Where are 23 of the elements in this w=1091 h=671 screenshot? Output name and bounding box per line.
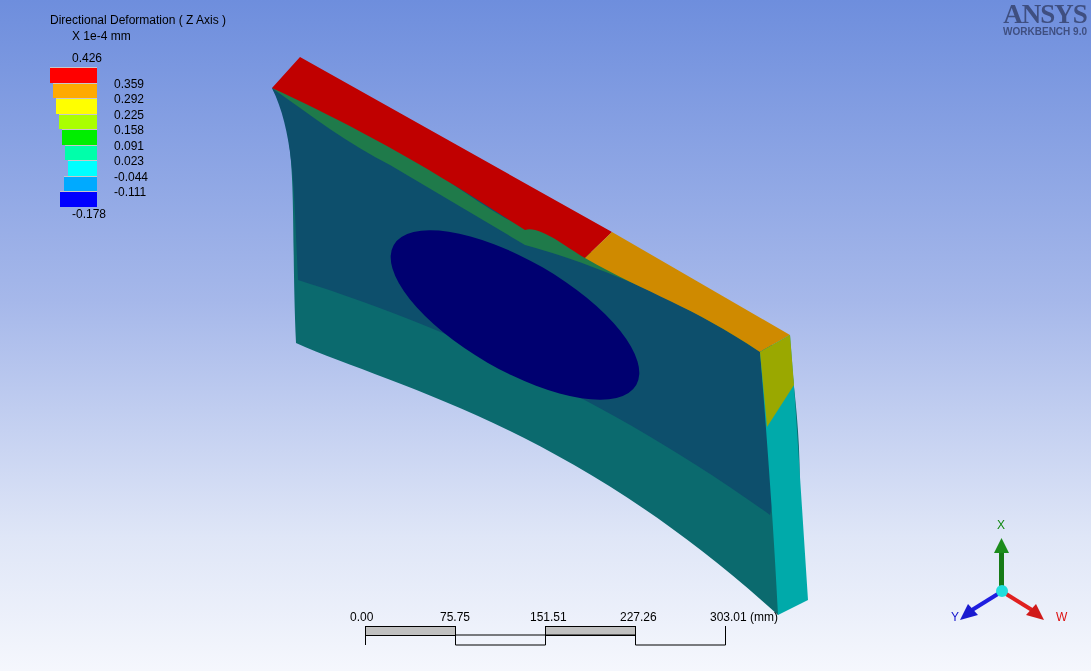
legend-value: 0.023 <box>114 155 145 167</box>
legend-value: 0.158 <box>114 124 145 136</box>
legend-unit: X 1e-4 mm <box>72 29 132 43</box>
scale-tick-label: 75.75 <box>440 610 472 625</box>
axis-label: Y <box>951 610 959 624</box>
axis-label: W <box>1056 610 1068 624</box>
scale-tick-label: 151.51 <box>530 610 568 625</box>
scale-tick-label: 303.01 (mm) <box>710 610 780 625</box>
triad-origin-icon <box>996 585 1008 597</box>
legend-value: 0.292 <box>114 93 145 105</box>
legend-value: 0.091 <box>114 139 145 152</box>
legend-value: 0.359 <box>114 77 145 90</box>
legend-value: -0.111 <box>114 186 147 198</box>
legend-max-value: 0.426 <box>72 51 104 65</box>
axis-label: X <box>997 518 1005 532</box>
scale-tick-label: 227.26 <box>620 610 658 625</box>
legend-value: -0.044 <box>114 170 149 183</box>
scale-tick-label: 0.00 <box>350 610 375 625</box>
legend-title: Directional Deformation ( Z Axis ) <box>50 13 227 27</box>
logo-product-name: WORKBENCH 9.0 <box>1003 26 1087 38</box>
legend-min-value: -0.178 <box>72 206 108 221</box>
logo-wordmark: ANSYS <box>1003 2 1087 26</box>
legend-value: 0.225 <box>114 108 145 121</box>
